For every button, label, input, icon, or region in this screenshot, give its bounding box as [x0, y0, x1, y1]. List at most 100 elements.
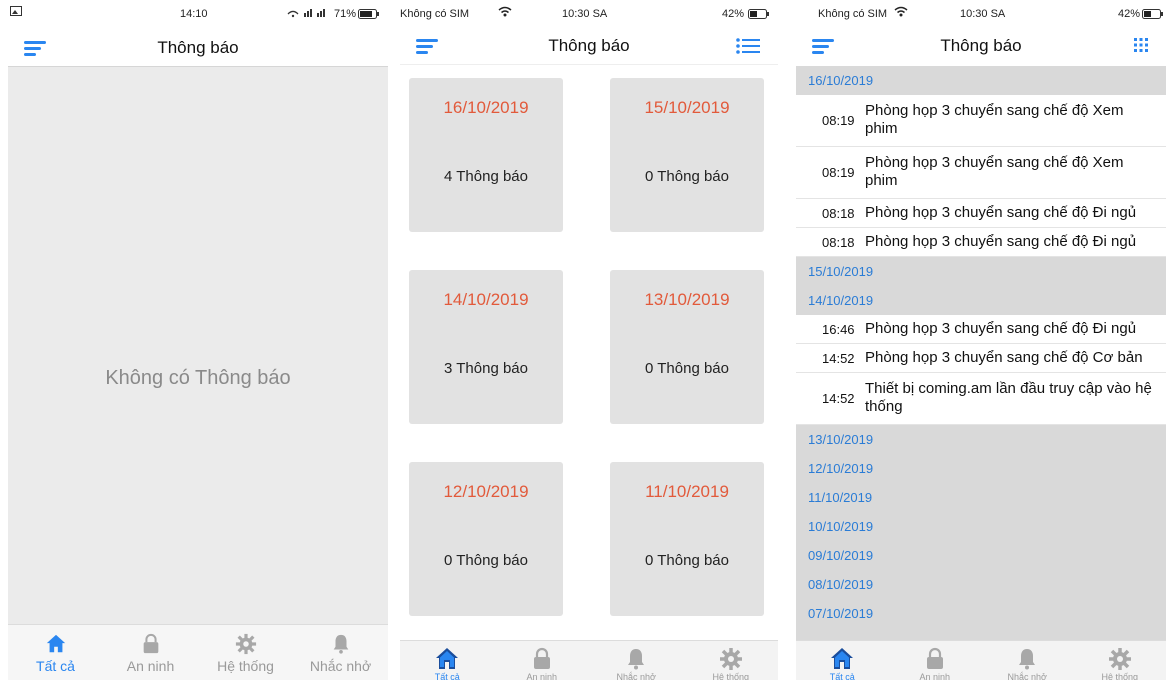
lock-icon	[926, 647, 943, 669]
card-date: 15/10/2019	[644, 98, 730, 117]
card-count: 0 Thông báo	[645, 360, 729, 377]
battery-text: 42%	[1118, 8, 1141, 20]
tab-security[interactable]: An ninh	[889, 641, 982, 680]
status-time: 14:10	[180, 8, 208, 20]
date-header[interactable]: 14/10/2019	[796, 286, 1166, 315]
wifi-icon	[894, 6, 908, 20]
status-bar: 14:10 71%	[8, 0, 388, 30]
notification-time: 08:18	[822, 235, 855, 250]
home-icon	[436, 648, 459, 669]
card-date: 12/10/2019	[443, 482, 529, 501]
notification-item[interactable]: 16:46 Phòng họp 3 chuyển sang chế độ Đi …	[796, 315, 1166, 344]
battery-icon	[1142, 9, 1164, 22]
date-header[interactable]: 10/10/2019	[796, 512, 1166, 541]
date-header[interactable]: 09/10/2019	[796, 541, 1166, 570]
app-header: Thông báo	[8, 30, 388, 66]
bell-icon	[1019, 649, 1036, 670]
tab-label: Hệ thống	[1101, 672, 1139, 680]
grid-view-icon[interactable]	[1134, 38, 1148, 52]
signal-icon	[286, 6, 334, 21]
date-header[interactable]: 08/10/2019	[796, 570, 1166, 599]
tab-label: Tất cả	[829, 672, 855, 680]
card-count: 0 Thông báo	[645, 552, 729, 569]
empty-message: Không có Thông báo	[105, 367, 291, 389]
phone-screen-empty: 14:10 71% Thông báo Không có Thông báo T…	[8, 0, 388, 680]
photo-icon	[10, 6, 22, 19]
notification-time: 16:46	[822, 322, 855, 337]
home-icon	[46, 634, 65, 653]
carrier-text: Không có SIM	[400, 8, 470, 20]
card-date: 16/10/2019	[443, 98, 529, 117]
tab-label: An ninh	[126, 658, 175, 674]
battery-text: 42%	[722, 8, 745, 20]
status-time: 10:30 SA	[562, 8, 608, 20]
battery-text: 71%	[334, 8, 357, 20]
bell-icon	[628, 649, 645, 670]
date-header[interactable]: 12/10/2019	[796, 454, 1166, 483]
date-header[interactable]: 11/10/2019	[796, 483, 1166, 512]
date-header[interactable]: 07/10/2019	[796, 599, 1166, 628]
notification-item[interactable]: 08:18 Phòng họp 3 chuyển sang chế độ Đi …	[796, 199, 1166, 228]
notification-list: 16/10/2019 08:19 Phòng họp 3 chuyển sang…	[796, 66, 1166, 640]
notification-time: 08:19	[822, 165, 855, 180]
phone-screen-list: Không có SIM 10:30 SA 42% Thông báo 16/1…	[796, 0, 1166, 680]
tab-all[interactable]: Tất cả	[8, 625, 103, 680]
card-date: 13/10/2019	[644, 290, 730, 309]
tab-reminder[interactable]: Nhắc nhở	[293, 625, 388, 680]
tab-security[interactable]: An ninh	[103, 625, 198, 680]
notification-text: Thiết bị coming.am lần đầu truy cập vào …	[865, 380, 1152, 415]
app-header: Thông báo	[796, 28, 1166, 64]
date-header[interactable]: 13/10/2019	[796, 425, 1166, 454]
phone-screen-grid: Không có SIM 10:30 SA 42% Thông báo 16/1…	[400, 0, 778, 680]
notification-item[interactable]: 08:18 Phòng họp 3 chuyển sang chế độ Đi …	[796, 228, 1166, 257]
notification-item[interactable]: 08:19 Phòng họp 3 chuyển sang chế độ Xem…	[796, 95, 1166, 147]
gear-icon	[235, 633, 256, 655]
bell-icon	[333, 634, 348, 654]
battery-icon	[748, 9, 770, 22]
date-card[interactable]: 12/10/2019 0 Thông báo	[409, 462, 563, 616]
notification-text: Phòng họp 3 chuyển sang chế độ Đi ngủ	[865, 320, 1137, 337]
tab-label: Nhắc nhở	[616, 672, 656, 680]
date-card[interactable]: 13/10/2019 0 Thông báo	[610, 270, 764, 424]
tab-reminder[interactable]: Nhắc nhở	[981, 641, 1074, 680]
page-title: Thông báo	[548, 36, 630, 55]
status-bar: Không có SIM 10:30 SA 42%	[796, 0, 1166, 30]
tab-label: An ninh	[526, 672, 558, 680]
tab-system[interactable]: Hệ thống	[198, 625, 293, 680]
date-card[interactable]: 16/10/2019 4 Thông báo	[409, 78, 563, 232]
list-view-icon[interactable]	[736, 37, 760, 55]
status-bar: Không có SIM 10:30 SA 42%	[400, 0, 778, 30]
tab-system[interactable]: Hệ thống	[1074, 641, 1166, 680]
gear-icon	[719, 648, 742, 670]
date-card-grid: 16/10/2019 4 Thông báo 15/10/2019 0 Thôn…	[400, 64, 778, 640]
app-header: Thông báo	[400, 28, 778, 64]
card-count: 3 Thông báo	[444, 360, 528, 377]
card-date: 11/10/2019	[645, 482, 729, 501]
date-card[interactable]: 15/10/2019 0 Thông báo	[610, 78, 764, 232]
card-count: 0 Thông báo	[444, 552, 528, 569]
notification-text: Phòng họp 3 chuyển sang chế độ Xem phim	[865, 102, 1124, 137]
tab-reminder[interactable]: Nhắc nhở	[589, 641, 684, 680]
tab-system[interactable]: Hệ thống	[684, 641, 779, 680]
tab-security[interactable]: An ninh	[495, 641, 590, 680]
gear-icon	[1108, 648, 1131, 670]
date-header[interactable]: 16/10/2019	[796, 66, 1166, 95]
notification-area: Không có Thông báo	[8, 66, 388, 624]
tab-all[interactable]: Tất cả	[400, 641, 495, 680]
date-header[interactable]: 15/10/2019	[796, 257, 1166, 286]
tab-all[interactable]: Tất cả	[796, 641, 889, 680]
notification-time: 14:52	[822, 351, 855, 366]
notification-text: Phòng họp 3 chuyển sang chế độ Cơ bản	[865, 349, 1143, 366]
tab-label: Nhắc nhở	[309, 658, 372, 674]
card-date: 14/10/2019	[443, 290, 529, 309]
date-card[interactable]: 11/10/2019 0 Thông báo	[610, 462, 764, 616]
notification-time: 14:52	[822, 391, 855, 406]
notification-item[interactable]: 08:19 Phòng họp 3 chuyển sang chế độ Xem…	[796, 147, 1166, 199]
tab-bar: Tất cả An ninh Nhắc nhở Hệ thống	[400, 640, 778, 680]
tab-label: Tất cả	[434, 672, 460, 680]
card-count: 4 Thông báo	[444, 168, 528, 185]
date-card[interactable]: 14/10/2019 3 Thông báo	[409, 270, 563, 424]
card-count: 0 Thông báo	[645, 168, 729, 185]
notification-item[interactable]: 14:52 Thiết bị coming.am lần đầu truy cậ…	[796, 373, 1166, 425]
notification-item[interactable]: 14:52 Phòng họp 3 chuyển sang chế độ Cơ …	[796, 344, 1166, 373]
